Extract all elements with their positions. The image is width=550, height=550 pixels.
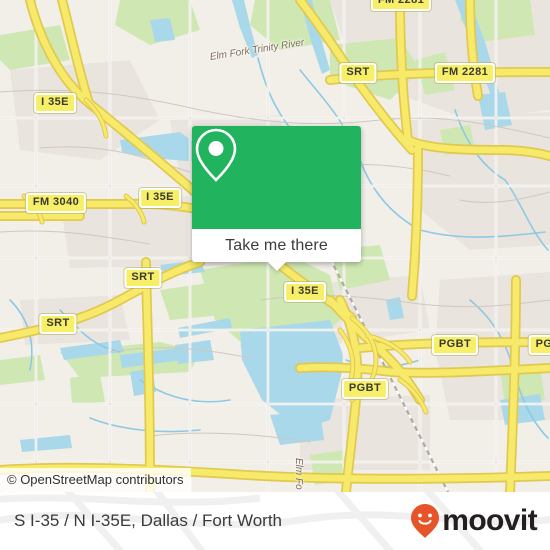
moovit-brand[interactable]: moovit	[410, 503, 538, 539]
road-shield: SRT	[124, 268, 162, 288]
callout-pointer-tail	[267, 262, 286, 271]
road-shield: SRT	[339, 63, 377, 83]
road-shield: FM 2281	[370, 0, 432, 11]
road-shield: I 35E	[34, 93, 76, 113]
road-shield: I 35E	[139, 188, 181, 208]
road-shield: PG	[528, 335, 550, 355]
footer-bar: S I-35 / N I-35E, Dallas / Fort Worth mo…	[0, 492, 550, 550]
callout-action-area[interactable]: Take me there	[192, 229, 361, 271]
callout-icon-area	[192, 126, 361, 229]
road-shield: PGBT	[431, 335, 479, 355]
map-pin-icon	[195, 128, 237, 182]
take-me-there-label: Take me there	[225, 236, 328, 254]
location-title: S I-35 / N I-35E, Dallas / Fort Worth	[14, 511, 282, 530]
map-canvas[interactable]: I 35E FM 3040 I 35E SRT FM 2281 FM 2281 SRT SRT…	[0, 0, 550, 492]
road-shield: FM 2281	[434, 63, 496, 83]
map-attribution[interactable]: © OpenStreetMap contributors	[0, 468, 191, 492]
moovit-wordmark: moovit	[442, 504, 537, 537]
map-screenshot: I 35E FM 3040 I 35E SRT FM 2281 FM 2281 SRT SRT…	[0, 0, 550, 550]
road-shield: SRT	[39, 314, 77, 334]
moovit-pin-smiley-icon	[411, 504, 440, 538]
river-label-vertical: Elm Fo	[293, 458, 304, 490]
road-shield: PGBT	[341, 379, 389, 399]
road-shield: FM 3040	[25, 193, 87, 213]
road-shield: I 35E	[284, 282, 326, 302]
take-me-there-callout[interactable]: Take me there	[192, 126, 361, 271]
